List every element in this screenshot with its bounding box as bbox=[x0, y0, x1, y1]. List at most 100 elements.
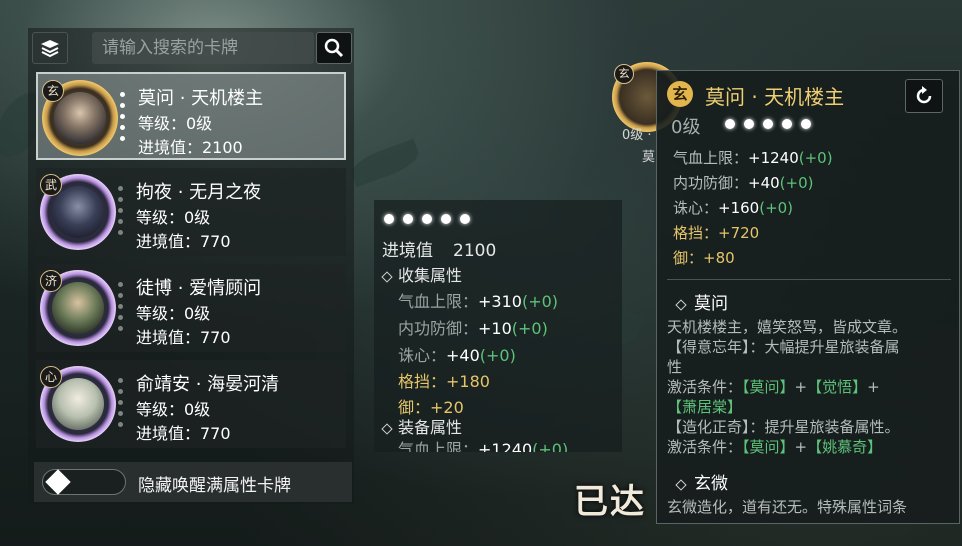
star-rating bbox=[384, 214, 470, 224]
card-progress: 进境值：770 bbox=[136, 232, 231, 251]
card-name: 拘夜 · 无月之夜 bbox=[136, 182, 262, 203]
card-level: 等级：0级 bbox=[136, 304, 211, 323]
stat-bonus: (+0) bbox=[798, 149, 833, 167]
equip-attr-header: 装备属性 bbox=[380, 414, 462, 438]
stat-bonus: (+0) bbox=[759, 199, 794, 217]
activation-condition-2: 激活条件：【莫问】+【姚慕奇】 bbox=[667, 437, 882, 457]
condition-card: 【莫问】 bbox=[742, 378, 795, 396]
diamond-icon bbox=[675, 479, 687, 491]
card-progress: 进境值：770 bbox=[136, 328, 231, 347]
avatar-portrait bbox=[52, 282, 104, 334]
card-name: 俞靖安 · 海晏河清 bbox=[136, 374, 280, 395]
stat-row: 气血上限：+310(+0) bbox=[398, 288, 558, 312]
star-dot bbox=[801, 119, 811, 129]
skill-description-2: 【造化正奇】：提升星旅装备属性。 bbox=[667, 418, 900, 436]
stat-bonus: (+0) bbox=[532, 440, 569, 452]
description-line: 天机楼楼主，嬉笑怒骂，皆成文章。 bbox=[667, 318, 908, 336]
reset-button[interactable] bbox=[905, 79, 943, 113]
star-dot bbox=[384, 214, 394, 224]
progress-value-row: 进境值 2100 bbox=[382, 236, 496, 261]
detail-stat-row: 格挡：+720 bbox=[673, 222, 759, 243]
stat-value: +310 bbox=[478, 292, 522, 311]
diamond-icon bbox=[675, 299, 687, 311]
section-header-xuanwei: 玄微 bbox=[675, 469, 728, 494]
star-dot bbox=[744, 119, 754, 129]
section-title: 收集属性 bbox=[398, 266, 463, 285]
card-progress: 进境值：770 bbox=[136, 424, 231, 443]
collect-attr-header: 收集属性 bbox=[380, 262, 462, 286]
activation-condition-1: 激活条件：【莫问】+【觉悟】+ bbox=[667, 377, 880, 397]
section-title: 莫问 bbox=[694, 294, 728, 314]
toggle-knob bbox=[45, 469, 71, 495]
background-card-name: 莫 bbox=[642, 150, 656, 165]
stat-value: +160 bbox=[718, 199, 760, 217]
stat-value: +40 bbox=[446, 346, 480, 365]
stat-label: 格挡： bbox=[673, 224, 719, 242]
progress-label: 进境值 bbox=[382, 241, 433, 261]
card-level: 等级：0级 bbox=[138, 114, 213, 133]
reset-icon bbox=[916, 86, 932, 104]
star-rating bbox=[725, 119, 811, 129]
star-dot bbox=[725, 119, 735, 129]
card-name: 莫问 · 天机楼主 bbox=[138, 88, 264, 109]
stat-bonus: (+0) bbox=[779, 174, 814, 192]
stat-label: 气血上限： bbox=[398, 292, 479, 311]
hide-maxed-toggle-row[interactable]: 隐藏唤醒满属性卡牌 bbox=[34, 462, 352, 502]
plus-sign: + bbox=[794, 438, 808, 456]
hide-maxed-toggle[interactable] bbox=[42, 469, 126, 495]
card-item[interactable]: 玄 莫问 · 天机楼主 等级：0级 进境值：2100 bbox=[36, 72, 346, 160]
stat-row: 气血上限：+1240(+0) bbox=[398, 436, 568, 452]
layers-icon bbox=[41, 40, 59, 58]
toggle-label: 隐藏唤醒满属性卡牌 bbox=[138, 476, 291, 496]
skill-description-cont: 性 bbox=[667, 358, 683, 376]
stat-label: 格挡： bbox=[398, 372, 447, 391]
stat-label: 内功防御： bbox=[398, 319, 479, 338]
school-badge: 心 bbox=[40, 366, 62, 388]
detail-stat-row: 气血上限：+1240(+0) bbox=[673, 147, 833, 168]
section-header-mowen: 莫问 bbox=[675, 289, 728, 314]
diamond-icon bbox=[381, 271, 393, 283]
card-item[interactable]: 心 俞靖安 · 海晏河清 等级：0级 进境值：770 bbox=[36, 360, 346, 448]
plus-sign: + bbox=[794, 378, 808, 396]
stat-label: 内功防御： bbox=[673, 174, 749, 192]
search-input[interactable]: 请输入搜索的卡牌 bbox=[92, 32, 314, 64]
star-dot bbox=[782, 119, 792, 129]
stat-bonus: (+0) bbox=[521, 292, 559, 311]
stat-value: +1240 bbox=[748, 149, 799, 167]
card-progress: 进境值：2100 bbox=[138, 138, 243, 157]
stat-label: 诛心： bbox=[673, 199, 719, 217]
activation-condition-1-cont: 【萧居棠】 bbox=[667, 397, 742, 417]
school-badge: 玄 bbox=[42, 80, 64, 102]
stat-value: +80 bbox=[703, 249, 735, 267]
detail-stat-row: 内功防御：+40(+0) bbox=[673, 172, 814, 193]
activate-label: 激活条件： bbox=[667, 438, 743, 456]
filter-layers-button[interactable] bbox=[32, 32, 68, 64]
card-item[interactable]: 济 徒博 · 爱情顾问 等级：0级 进境值：770 bbox=[36, 264, 346, 352]
skill-description: 【得意忘年】：大幅提升星旅装备属 bbox=[667, 338, 900, 356]
section-title: 装备属性 bbox=[398, 418, 463, 437]
card-level: 等级：0级 bbox=[136, 208, 211, 227]
stat-value: +10 bbox=[478, 319, 512, 338]
condition-card: 【姚慕奇】 bbox=[807, 438, 883, 456]
card-item[interactable]: 武 拘夜 · 无月之夜 等级：0级 进境值：770 bbox=[36, 168, 346, 256]
star-dots bbox=[118, 282, 124, 337]
card-detail-popup: 玄 莫问 · 天机楼主 0级 气血上限：+1240(+0) 内功防御：+40(+… bbox=[656, 70, 960, 524]
star-dot bbox=[460, 214, 470, 224]
plus-sign: + bbox=[867, 378, 880, 396]
star-dot bbox=[763, 119, 773, 129]
section-title: 玄微 bbox=[694, 474, 728, 494]
stat-row: 格挡：+180 bbox=[398, 368, 490, 392]
background-card-level: 0级 · bbox=[622, 128, 652, 143]
avatar-portrait bbox=[52, 186, 104, 238]
stat-row: 诛心：+40(+0) bbox=[398, 342, 516, 366]
search-button[interactable] bbox=[316, 32, 352, 64]
card-attribute-panel: 进境值 2100 收集属性 气血上限：+310(+0) 内功防御：+10(+0) … bbox=[374, 200, 622, 452]
description-line: 玄微造化，道有还无。特殊属性词条 bbox=[667, 498, 908, 516]
school-badge: 济 bbox=[40, 270, 62, 292]
search-icon bbox=[324, 38, 344, 58]
detail-title: 莫问 · 天机楼主 bbox=[705, 85, 845, 109]
stat-label: 气血上限： bbox=[398, 440, 479, 452]
star-dot bbox=[441, 214, 451, 224]
condition-card: 【觉悟】 bbox=[807, 378, 868, 396]
diamond-icon bbox=[381, 423, 393, 435]
